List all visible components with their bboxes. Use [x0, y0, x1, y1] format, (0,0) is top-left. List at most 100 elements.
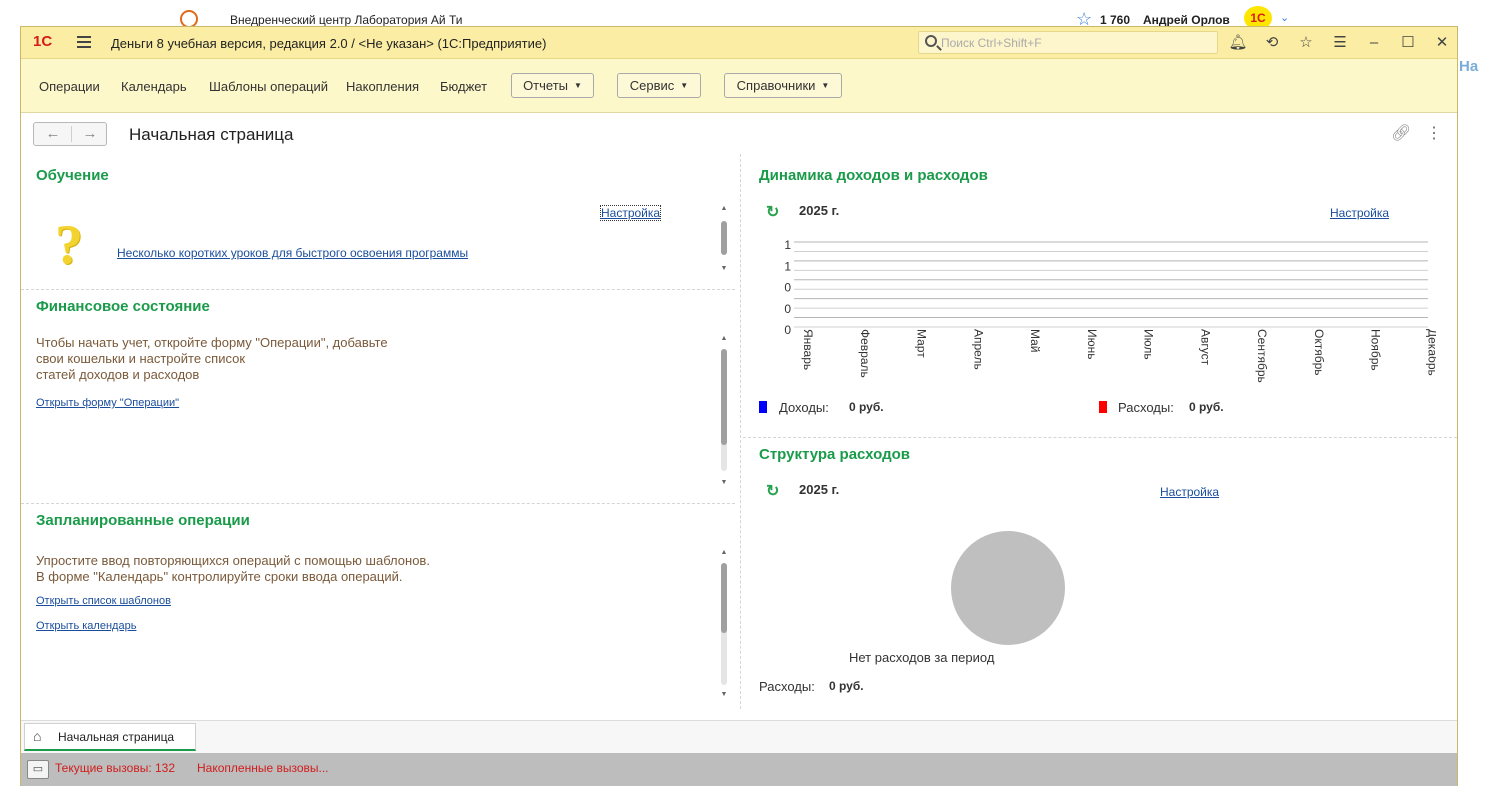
catalogs-dropdown-label: Справочники [736, 78, 816, 93]
refresh-icon[interactable]: ↻ [766, 202, 779, 222]
scroll-up-icon[interactable]: ▲ [720, 335, 728, 342]
filter-menu-icon[interactable]: ☰ [1330, 33, 1350, 53]
1c-logo-icon: 1С [33, 33, 53, 50]
tab-bar: ⌂ Начальная страница [21, 720, 1457, 753]
planned-scrollbar[interactable]: ▲ ▼ [720, 549, 728, 701]
scroll-thumb[interactable] [721, 221, 727, 255]
app-window: 1С Деньги 8 учебная версия, редакция 2.0… [20, 26, 1458, 786]
learning-title: Обучение [36, 167, 109, 184]
no-expenses-text: Нет расходов за период [849, 650, 995, 665]
dropdown-arrow-icon: ▼ [680, 81, 689, 90]
page-title: Начальная страница [129, 125, 294, 144]
chart-x-axis: Январь Февраль Март Апрель Май Июнь Июль Август… [801, 329, 1436, 383]
close-icon[interactable]: ✕ [1432, 33, 1452, 53]
x-tick-label: Январь [801, 329, 815, 370]
section-divider [743, 437, 1457, 438]
back-arrow-icon[interactable]: ← [35, 125, 71, 143]
y-tick-label: 0 [784, 323, 791, 337]
scroll-down-icon[interactable]: ▼ [720, 479, 728, 486]
open-templates-link[interactable]: Открыть список шаблонов [36, 595, 171, 607]
x-tick-label: Март [915, 329, 929, 358]
scroll-up-icon[interactable]: ▲ [720, 205, 728, 212]
catalogs-dropdown[interactable]: Справочники ▼ [724, 73, 842, 98]
structure-year[interactable]: 2025 г. [799, 482, 839, 497]
tab-home-page[interactable]: ⌂ Начальная страница [24, 723, 196, 751]
status-bar: ▭ Текущие вызовы: 132 Накопленные вызовы… [21, 753, 1457, 786]
monitor-icon[interactable]: ▭ [27, 760, 49, 779]
chart-y-axis: 1 1 0 0 0 [784, 238, 791, 337]
dynamics-year[interactable]: 2025 г. [799, 203, 839, 218]
open-operations-link[interactable]: Открыть форму "Операции" [36, 397, 179, 409]
menu-item-operations[interactable]: Операции [39, 79, 100, 94]
section-divider [21, 503, 735, 504]
scroll-up-icon[interactable]: ▲ [720, 549, 728, 556]
planned-text-line: Упростите ввод повторяющихся операций с … [36, 553, 430, 568]
scroll-down-icon[interactable]: ▼ [720, 265, 728, 272]
y-tick-label: 1 [784, 238, 791, 252]
income-label: Доходы: [779, 400, 829, 415]
link-icon[interactable]: 🔗︎ [1391, 123, 1411, 143]
x-tick-label: Декабрь [1425, 329, 1436, 376]
chevron-down-icon[interactable]: ⌄ [1280, 11, 1289, 24]
menu-item-templates[interactable]: Шаблоны операций [209, 79, 328, 94]
service-dropdown[interactable]: Сервис ▼ [617, 73, 701, 98]
title-bar: 1С Деньги 8 учебная версия, редакция 2.0… [21, 27, 1457, 59]
menu-burger-icon[interactable] [77, 36, 91, 48]
structure-settings-link[interactable]: Настройка [1160, 485, 1219, 499]
menu-bar: Операции Календарь Шаблоны операций Нако… [21, 59, 1457, 113]
x-tick-label: Февраль [858, 329, 872, 378]
reports-dropdown[interactable]: Отчеты ▼ [511, 73, 594, 98]
expense-legend-swatch [1099, 401, 1107, 413]
background-user-name[interactable]: Андрей Орлов [1143, 13, 1230, 27]
finance-text-line: Чтобы начать учет, откройте форму "Опера… [36, 335, 388, 350]
dropdown-arrow-icon: ▼ [574, 81, 582, 90]
x-tick-label: Сентябрь [1255, 329, 1269, 383]
lessons-link[interactable]: Несколько коротких уроков для быстрого о… [117, 246, 468, 260]
x-tick-label: Август [1198, 329, 1212, 366]
scroll-thumb[interactable] [721, 563, 727, 633]
learning-scrollbar[interactable]: ▲ ▼ [720, 205, 728, 275]
open-calendar-link[interactable]: Открыть календарь [36, 620, 136, 632]
income-legend-swatch [759, 401, 767, 413]
scroll-down-icon[interactable]: ▼ [720, 691, 728, 698]
search-input[interactable] [941, 34, 1211, 52]
window-title: Деньги 8 учебная версия, редакция 2.0 / … [111, 36, 547, 51]
menu-item-accumulations[interactable]: Накопления [346, 79, 419, 94]
favorites-star-icon[interactable]: ☆ [1296, 33, 1316, 53]
search-box[interactable] [918, 31, 1218, 54]
nav-buttons: ← → [33, 122, 107, 146]
more-vertical-icon[interactable]: ⋮ [1426, 123, 1442, 143]
history-icon[interactable]: ⟲ [1262, 33, 1282, 53]
structure-expense-value: 0 руб. [829, 679, 864, 693]
current-calls-text[interactable]: Текущие вызовы: 132 [55, 761, 175, 775]
bell-icon[interactable]: 🔔︎ [1228, 33, 1248, 53]
x-tick-label: Октябрь [1312, 329, 1326, 376]
learning-settings-link[interactable]: Настройка [599, 205, 662, 221]
menu-item-calendar[interactable]: Календарь [121, 79, 187, 94]
scroll-thumb[interactable] [721, 349, 727, 445]
accumulated-calls-text[interactable]: Накопленные вызовы... [197, 761, 329, 775]
menu-item-budget[interactable]: Бюджет [440, 79, 487, 94]
dynamics-title: Динамика доходов и расходов [759, 167, 988, 184]
home-icon: ⌂ [33, 728, 42, 744]
vertical-divider [740, 154, 741, 709]
finance-scrollbar[interactable]: ▲ ▼ [720, 335, 728, 490]
x-tick-label: Июнь [1085, 329, 1099, 360]
maximize-icon[interactable]: ☐ [1398, 33, 1418, 53]
y-tick-label: 0 [784, 281, 791, 295]
minimize-icon[interactable]: – [1364, 33, 1384, 53]
forward-arrow-icon[interactable]: → [72, 125, 108, 143]
planned-title: Запланированные операции [36, 512, 250, 529]
dropdown-arrow-icon: ▼ [821, 81, 830, 90]
finance-text-line: свои кошельки и настройте список [36, 351, 246, 366]
x-tick-label: Ноябрь [1369, 329, 1383, 371]
background-company-name: Внедренческий центр Лаборатория Ай Ти [230, 13, 463, 27]
y-tick-label: 0 [784, 302, 791, 316]
chart-grid [794, 241, 1428, 328]
refresh-icon[interactable]: ↻ [766, 481, 779, 501]
background-right-fragment: Ha [1459, 58, 1479, 75]
structure-title: Структура расходов [759, 446, 911, 463]
planned-text-line: В форме "Календарь" контролируйте сроки … [36, 569, 403, 584]
dynamics-settings-link[interactable]: Настройка [1330, 206, 1389, 220]
x-tick-label: Май [1028, 329, 1042, 353]
